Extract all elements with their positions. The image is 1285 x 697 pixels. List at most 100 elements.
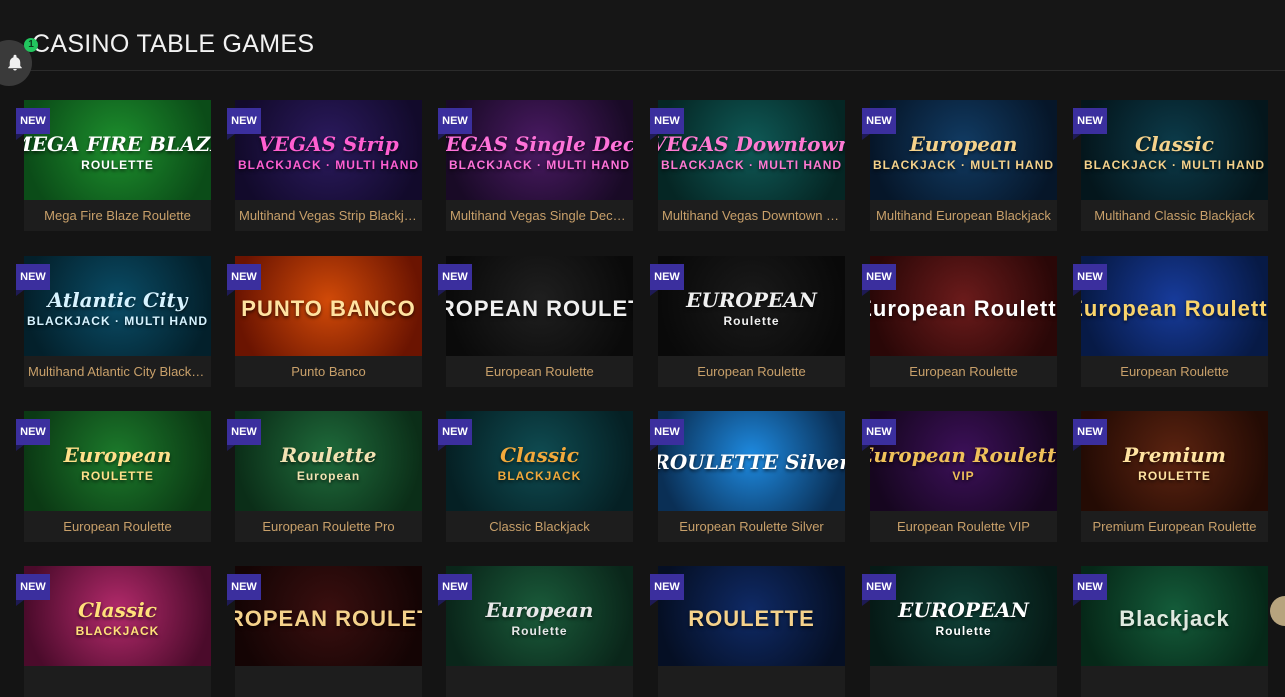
game-card[interactable]: ROULETTE Silver NEW European Roulette Silv… [650,411,845,542]
game-card[interactable]: VEGAS Single Deck BLACKJACK · MULTI HAND N… [438,100,633,231]
new-badge: NEW [438,419,472,451]
game-card[interactable]: European BLACKJACK · MULTI HAND NEW Multiha… [862,100,1057,231]
game-title[interactable]: European Roulette [870,356,1057,387]
game-art-title: European [909,132,1018,156]
game-art-subtitle: EUROPEAN ROULETTE [446,296,633,321]
game-art-title: European [485,598,594,622]
game-card[interactable]: Atlantic City BLACKJACK · MULTI HAND NEW Mu… [16,256,211,387]
game-title[interactable]: European Roulette VIP [870,511,1057,542]
game-card[interactable]: European Roulette NEW European Roulette [438,566,633,697]
scroll-to-top-handle[interactable] [1270,596,1285,626]
game-card[interactable]: VEGAS Downtown BLACKJACK · MULTI HAND NEW M… [650,100,845,231]
game-thumbnail[interactable]: PUNTO BANCO [235,256,422,356]
game-art-subtitle: Roulette [723,314,780,328]
game-card[interactable]: BlackjackNEWBlackjack [1073,566,1268,697]
game-art-subtitle: BLACKJACK [497,469,582,483]
game-card[interactable]: Classic BLACKJACK · MULTI HAND NEW Multihan… [1073,100,1268,231]
game-card[interactable]: European ROULETTE NEW European Roulette [16,411,211,542]
game-title[interactable]: European Roulette [24,511,211,542]
game-art-logo: EUROPEAN ROULETTE [446,294,633,322]
game-art-logo: European Roulette VIP [870,443,1057,483]
game-thumbnail[interactable]: ROULETTE [658,566,845,666]
new-badge: NEW [227,108,261,140]
game-title[interactable]: Punto Banco [235,356,422,387]
game-art-subtitle: BLACKJACK · MULTI HAND [237,158,420,172]
new-badge: NEW [16,264,50,296]
game-art-logo: European Roulette [870,294,1057,322]
game-thumbnail[interactable]: European ROULETTE [24,411,211,511]
game-art-subtitle: VIP [952,469,975,483]
game-title[interactable]: European Roulette [658,356,845,387]
game-title[interactable]: Multihand Vegas Downtown Blackjack [658,200,845,231]
game-thumbnail[interactable]: Atlantic City BLACKJACK · MULTI HAND [24,256,211,356]
game-title[interactable]: Multihand Atlantic City Blackjack [24,356,211,387]
game-thumbnail[interactable]: Blackjack [1081,566,1268,666]
game-thumbnail[interactable]: European Roulette [446,566,633,666]
game-title[interactable]: Mega Fire Blaze Roulette [24,200,211,231]
game-title[interactable]: European Roulette Silver [658,511,845,542]
game-art-logo: Classic BLACKJACK · MULTI HAND [1084,132,1265,172]
game-title[interactable]: Multihand Vegas Strip Blackjack [235,200,422,231]
game-thumbnail[interactable]: Roulette European [235,411,422,511]
game-art-title: EUROPEAN [686,288,817,312]
game-card[interactable]: EUROPEANRouletteNEWEuropean Roulette [650,256,845,387]
new-badge: NEW [227,419,261,451]
game-title[interactable]: Multihand Classic Blackjack [1081,200,1268,231]
game-title[interactable]: European Roulette [446,356,633,387]
game-thumbnail[interactable]: VEGAS Strip BLACKJACK · MULTI HAND [235,100,422,200]
game-card[interactable]: MEGA FIRE BLAZE ROULETTE NEW Mega Fire Blaz… [16,100,211,231]
game-title[interactable]: Multihand Vegas Single Deck Blackjack [446,200,633,231]
game-title[interactable]: European Roulette [1081,356,1268,387]
game-art-title: Classic [1135,132,1214,156]
page-title: CASINO TABLE GAMES [32,30,315,58]
game-art-title: VEGAS Single Deck [446,132,633,156]
game-card[interactable]: VEGAS Strip BLACKJACK · MULTI HAND NEW Mult… [227,100,422,231]
game-thumbnail[interactable]: EUROPEAN Roulette [870,566,1057,666]
game-art-logo: Premium ROULETTE [1123,443,1226,483]
game-card[interactable]: ROULETTENEWEuropean Roulette [650,566,845,697]
game-art-title: ROULETTE Silver [658,450,845,474]
game-title[interactable]: European Roulette Pro [235,511,422,542]
game-thumbnail[interactable]: ROULETTE Silver [658,411,845,511]
game-thumbnail[interactable]: VEGAS Single Deck BLACKJACK · MULTI HAND [446,100,633,200]
game-art-subtitle: BLACKJACK · MULTI HAND [872,158,1055,172]
game-card[interactable]: European RouletteNEWEuropean Roulette [1073,256,1268,387]
game-thumbnail[interactable]: VEGAS Downtown BLACKJACK · MULTI HAND [658,100,845,200]
game-card[interactable]: PUNTO BANCO NEW Punto Banco [227,256,422,387]
game-card[interactable]: ClassicBLACKJACKNEWClassic Blackjack Gol… [16,566,211,697]
game-title[interactable]: Multihand European Blackjack [870,200,1057,231]
new-badge: NEW [16,574,50,606]
game-card[interactable]: Premium ROULETTE NEW Premium European Roule… [1073,411,1268,542]
game-thumbnail[interactable]: EUROPEAN ROULETTE [446,256,633,356]
game-thumbnail[interactable]: EUROPEAN Roulette [658,256,845,356]
game-art-title: Premium [1123,443,1226,467]
new-badge: NEW [650,419,684,451]
game-art-logo: EUROPEAN Roulette [686,288,817,328]
game-art-title: VEGAS Downtown [658,132,845,156]
game-card[interactable]: Classic BLACKJACK NEW Classic Blackjack [438,411,633,542]
game-thumbnail[interactable]: Classic BLACKJACK · MULTI HAND [1081,100,1268,200]
game-thumbnail[interactable]: MEGA FIRE BLAZE ROULETTE [24,100,211,200]
game-thumbnail[interactable]: EUROPEAN ROULETTE [235,566,422,666]
game-thumbnail[interactable]: Classic BLACKJACK [24,566,211,666]
game-card[interactable]: European RouletteNEWEuropean Roulette [862,256,1057,387]
new-badge: NEW [862,574,896,606]
game-card[interactable]: EUROPEANRouletteNEWEuropean Roulette [862,566,1057,697]
game-thumbnail[interactable]: European Roulette [1081,256,1268,356]
game-card[interactable]: European RouletteVIPNEWEuropean Roulette… [862,411,1057,542]
game-art-subtitle: Roulette [935,624,992,638]
game-art-logo: Blackjack [1119,604,1230,632]
game-title[interactable]: Classic Blackjack [446,511,633,542]
game-art-logo: Classic BLACKJACK [498,443,582,483]
game-card[interactable]: Roulette European NEW European Roulette Pro [227,411,422,542]
game-card[interactable]: EUROPEAN ROULETTENEWEuropean Roulette [227,566,422,697]
game-thumbnail[interactable]: Premium ROULETTE [1081,411,1268,511]
game-card[interactable]: EUROPEAN ROULETTENEWEuropean Roulette [438,256,633,387]
game-art-logo: ROULETTE [688,604,815,632]
game-title[interactable]: Premium European Roulette [1081,511,1268,542]
game-art-logo: Roulette European [280,443,376,483]
game-thumbnail[interactable]: European BLACKJACK · MULTI HAND [870,100,1057,200]
game-thumbnail[interactable]: European Roulette [870,256,1057,356]
game-thumbnail[interactable]: European Roulette VIP [870,411,1057,511]
game-thumbnail[interactable]: Classic BLACKJACK [446,411,633,511]
